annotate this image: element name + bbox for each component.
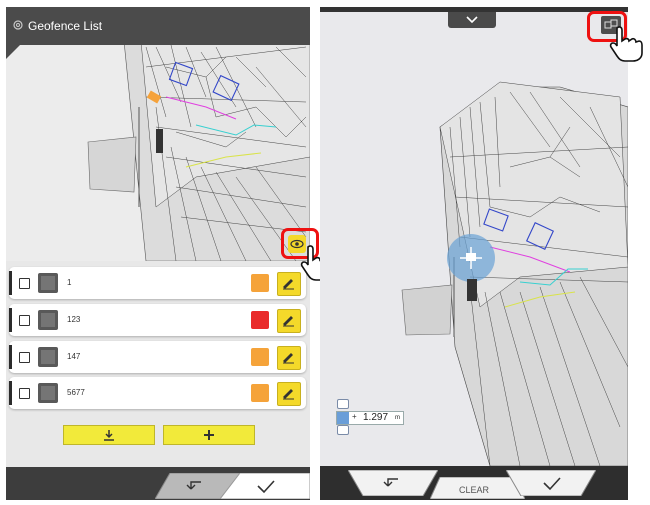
pointer-hand-icon <box>609 26 643 62</box>
pencil-icon <box>283 316 294 327</box>
page-title: Geofence List <box>28 19 103 33</box>
edit-button[interactable] <box>277 382 301 406</box>
list-item[interactable]: 5677 <box>9 377 306 409</box>
plus-icon <box>204 430 214 440</box>
pencil-icon <box>283 353 294 364</box>
confirm-button[interactable] <box>506 470 596 496</box>
list-item[interactable]: 147 <box>9 341 306 373</box>
pencil-icon <box>283 279 294 290</box>
geofence-thumbnail <box>38 310 58 330</box>
back-button[interactable] <box>348 470 438 496</box>
geofence-thumbnail <box>38 273 58 293</box>
geofence-name: 5677 <box>67 388 85 397</box>
map-view-panel: + 1.297 m CLEAR <box>320 7 628 500</box>
scale-control: + 1.297 m <box>336 399 404 435</box>
row-checkbox[interactable] <box>19 388 30 399</box>
scale-readout: + 1.297 m <box>336 411 404 425</box>
list-item[interactable]: 123 <box>9 304 306 336</box>
color-chip[interactable] <box>251 274 269 292</box>
download-icon <box>104 430 114 441</box>
scale-down-button[interactable] <box>337 425 349 435</box>
geofence-name: 1 <box>67 278 72 287</box>
row-checkbox[interactable] <box>19 352 30 363</box>
scale-up-button[interactable] <box>337 399 349 409</box>
pencil-icon <box>283 389 294 400</box>
color-chip[interactable] <box>251 348 269 366</box>
scale-sign: + <box>352 412 357 421</box>
add-button[interactable] <box>163 425 255 445</box>
color-chip[interactable] <box>251 311 269 329</box>
geofence-name: 147 <box>67 352 81 361</box>
geofence-name: 123 <box>67 315 81 324</box>
edit-button[interactable] <box>277 309 301 333</box>
geofence-list-panel: Geofence List 1 123 147 5677 <box>6 7 310 500</box>
scale-unit: m <box>395 415 400 421</box>
geofence-list: 1 123 147 5677 <box>6 261 310 500</box>
geofence-thumbnail <box>38 383 58 403</box>
color-chip[interactable] <box>251 384 269 402</box>
edit-button[interactable] <box>277 346 301 370</box>
terrain-3d-view[interactable] <box>6 7 310 261</box>
row-checkbox[interactable] <box>19 315 30 326</box>
confirm-button[interactable] <box>220 473 310 499</box>
scale-icon <box>337 412 349 424</box>
import-button[interactable] <box>63 425 155 445</box>
collapse-button[interactable] <box>448 12 496 28</box>
geofence-thumbnail <box>38 347 58 367</box>
chevron-down-icon <box>466 16 478 24</box>
panel-header: Geofence List <box>6 7 310 59</box>
clear-label: CLEAR <box>459 485 490 495</box>
row-checkbox[interactable] <box>19 278 30 289</box>
gear-icon[interactable] <box>12 19 24 31</box>
scale-value: 1.297 <box>363 412 389 423</box>
list-item[interactable]: 1 <box>9 267 306 299</box>
